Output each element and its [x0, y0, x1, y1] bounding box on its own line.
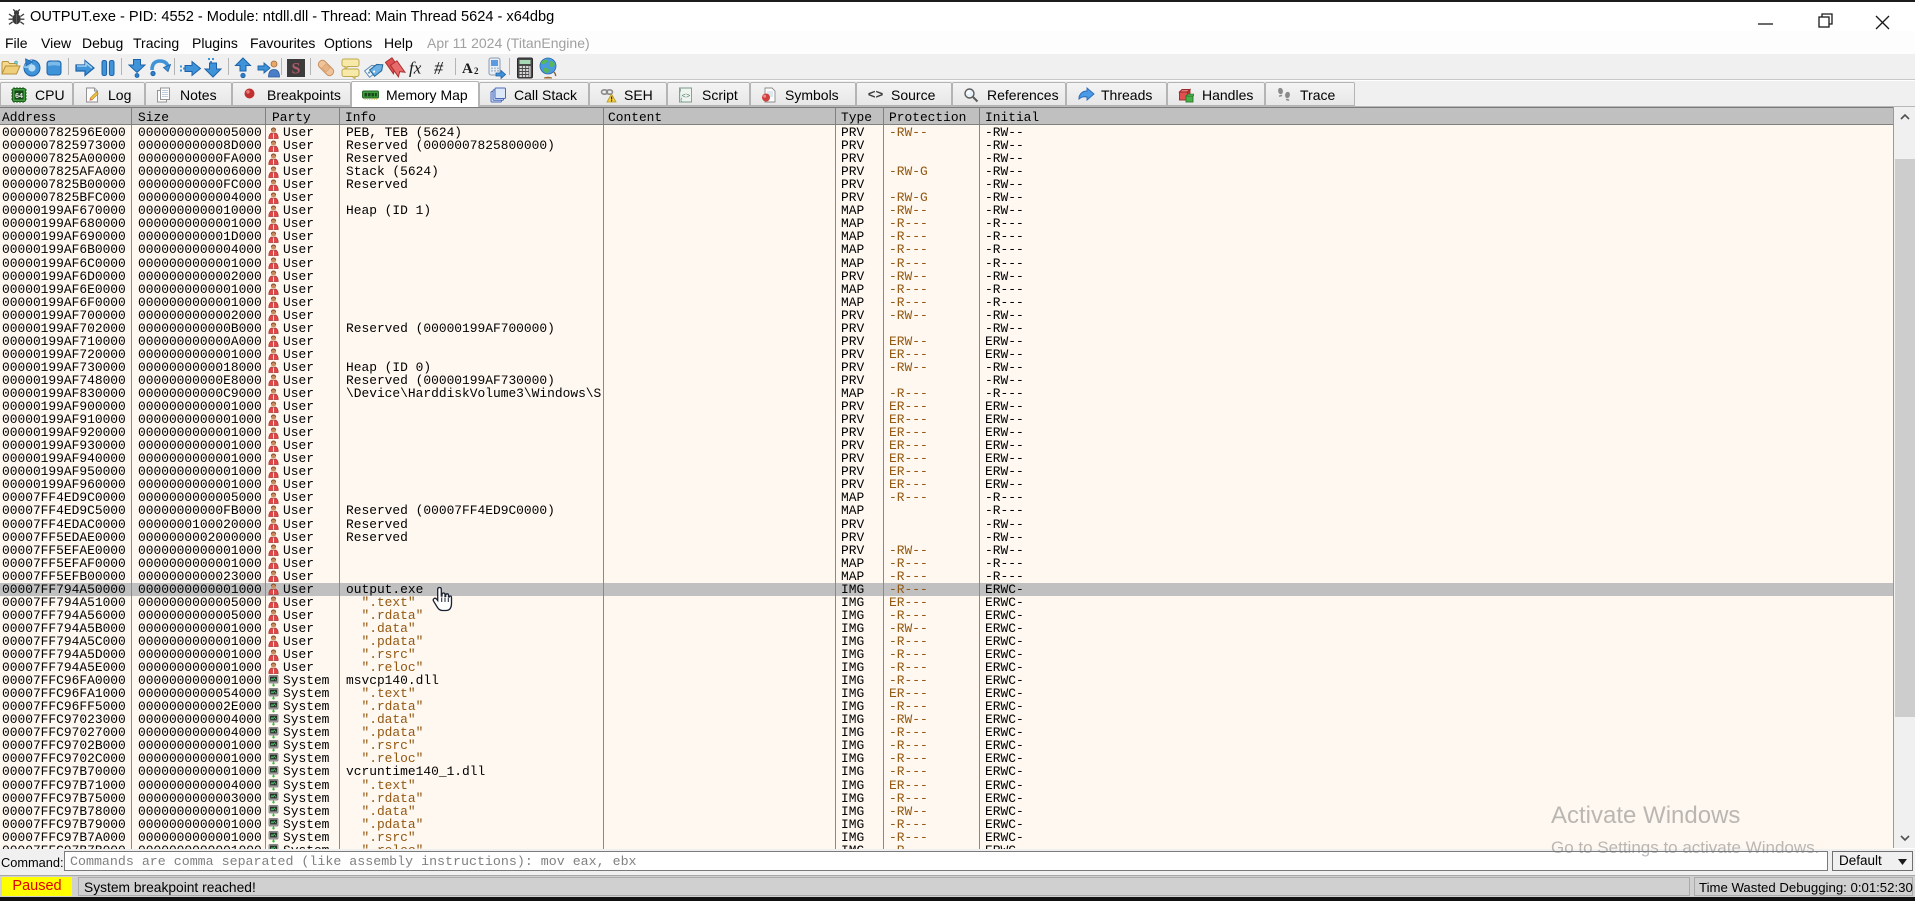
svg-text:fx: fx	[409, 59, 422, 78]
svg-text:64: 64	[15, 93, 23, 100]
svg-text:A: A	[462, 61, 473, 77]
svg-text:<>: <>	[868, 88, 884, 102]
svg-text:#: #	[434, 58, 444, 78]
svg-text:S: S	[292, 61, 301, 78]
svg-text:<>: <>	[682, 93, 690, 101]
svg-text:2: 2	[474, 66, 479, 76]
